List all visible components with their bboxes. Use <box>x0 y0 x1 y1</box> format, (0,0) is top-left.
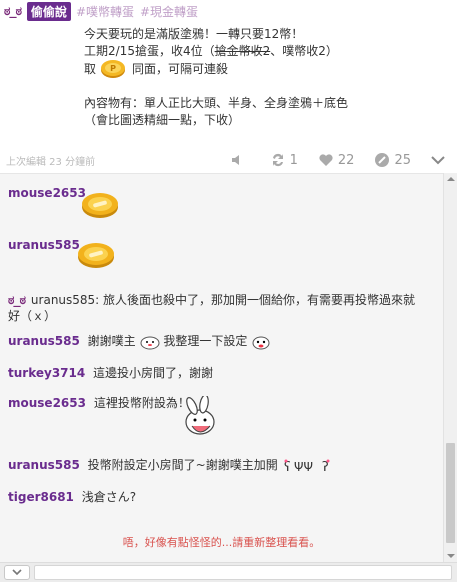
coin-sticker <box>78 243 114 268</box>
mute-icon <box>231 155 239 165</box>
strikethrough-text: 搶金幣收2 <box>214 43 271 58</box>
reply-input[interactable] <box>34 565 452 580</box>
collapse-button[interactable] <box>431 155 449 165</box>
scrollbar-thumb[interactable] <box>446 443 455 543</box>
response-username[interactable]: mouse2653 <box>8 186 86 200</box>
response-text: 謝謝噗主 <box>87 334 136 348</box>
response-username[interactable]: mouse2653 <box>8 396 86 410</box>
replurk-icon <box>272 153 283 167</box>
response-button[interactable]: 25 <box>374 152 411 168</box>
face-sticker <box>252 336 270 349</box>
response-username[interactable]: uranus585 <box>8 458 80 472</box>
heart-icon <box>319 154 333 166</box>
response-username[interactable]: tiger8681 <box>8 490 74 504</box>
anonymous-badge[interactable]: 偷偷說 <box>26 1 71 21</box>
chevron-down-icon <box>431 156 445 165</box>
bunny-sticker <box>185 396 215 435</box>
post-line: 工期2/15搶蛋，收4位（搶金幣收2、噗幣收2） <box>84 43 338 58</box>
scroll-down-icon[interactable] <box>444 550 457 562</box>
response-text: 我整理一下設定 <box>163 334 248 348</box>
post-footer: 上次編輯 23 分鐘前 1 22 25 <box>0 148 457 172</box>
like-count: 22 <box>337 152 355 168</box>
svg-text:ΨΨ: ΨΨ <box>294 460 313 474</box>
coin-icon: P <box>101 60 126 78</box>
response-item: uranus585 <box>8 238 84 252</box>
response-text: uranus585: 旅人後面也殺中了，那加開一個給你，有需要再投幣過來就 <box>30 293 416 307</box>
tag-link[interactable]: #噗幣轉蛋 <box>76 3 134 20</box>
response-text: 這邊投小房間了，謝謝 <box>93 366 214 380</box>
response-item: ಠ_ಠ uranus585: 旅人後面也殺中了，那加開一個給你，有需要再投幣過來就… <box>8 292 415 324</box>
clap-sticker: ʕ ΨΨ ʔ <box>284 459 330 475</box>
response-username[interactable]: uranus585 <box>8 334 80 348</box>
post-line: 內容物有：單人正比大頭、半身、全身塗鴉＋底色 <box>84 96 349 110</box>
response-username[interactable]: ಠ_ಠ <box>8 293 26 307</box>
response-item: uranus585 謝謝噗主 我整理一下設定 <box>8 332 271 350</box>
response-item: uranus585 投幣附設定小房間了~謝謝噗主加開 ʕ ΨΨ ʔ <box>8 456 332 475</box>
post-actions: 1 22 25 <box>210 148 457 172</box>
chevron-down-icon <box>12 569 22 576</box>
response-count: 25 <box>394 152 411 168</box>
response-item: mouse2653 這裡投幣附設為！ <box>8 394 190 411</box>
face-sticker <box>140 336 160 349</box>
author-name[interactable]: ಠ_ಠ <box>4 4 22 19</box>
response-item: mouse2653 <box>8 186 90 200</box>
post-line: （會比圖透精細一點，下收） <box>84 112 241 127</box>
coin-sticker <box>82 193 118 218</box>
scrollbar[interactable] <box>443 173 457 562</box>
post-line: 今天要玩的是滿版塗鴉！一轉只要12幣！ <box>84 27 304 41</box>
response-item: turkey3714 這邊投小房間了，謝謝 <box>8 364 213 381</box>
response-username[interactable]: uranus585 <box>8 238 80 252</box>
mute-button[interactable] <box>230 153 250 167</box>
post-content: 今天要玩的是滿版塗鴉！一轉只要12幣！ 工期2/15搶蛋，收4位（搶金幣收2、噗… <box>84 26 444 128</box>
post-header: ಠ_ಠ 偷偷說 #噗幣轉蛋 #現金轉蛋 <box>4 1 204 21</box>
svg-text:ʕ: ʕ <box>284 460 291 475</box>
like-button[interactable]: 22 <box>318 152 355 168</box>
response-text: 這裡投幣附設為！ <box>93 396 190 410</box>
svg-text:P: P <box>110 64 116 73</box>
plurk-post: ಠ_ಠ 偷偷說 #噗幣轉蛋 #現金轉蛋 今天要玩的是滿版塗鴉！一轉只要12幣！ … <box>0 0 457 180</box>
reload-hint[interactable]: 唔，好像有點怪怪的...請重新整理看看。 <box>0 534 443 550</box>
reply-bar <box>0 562 457 582</box>
replurk-button[interactable]: 1 <box>270 153 298 168</box>
edited-time: 上次編輯 23 分鐘前 <box>6 156 96 168</box>
tag-link[interactable]: #現金轉蛋 <box>140 3 198 20</box>
response-list: mouse2653 uranus585 ಠ_ಠ uranus585: 旅人後面也殺… <box>0 173 443 562</box>
post-line: 取 P 同面，可隔可連殺 <box>84 59 444 79</box>
response-text: 浅倉さん? <box>81 490 137 504</box>
qualifier-dropdown[interactable] <box>4 565 30 580</box>
response-username[interactable]: turkey3714 <box>8 366 85 380</box>
response-text: 好（ｘ） <box>8 309 57 323</box>
response-text: 投幣附設定小房間了~謝謝噗主加開 <box>87 458 278 472</box>
replurk-count: 1 <box>289 152 298 168</box>
response-item: tiger8681 浅倉さん? <box>8 488 136 505</box>
response-icon <box>375 153 390 167</box>
scroll-up-icon[interactable] <box>444 173 457 185</box>
